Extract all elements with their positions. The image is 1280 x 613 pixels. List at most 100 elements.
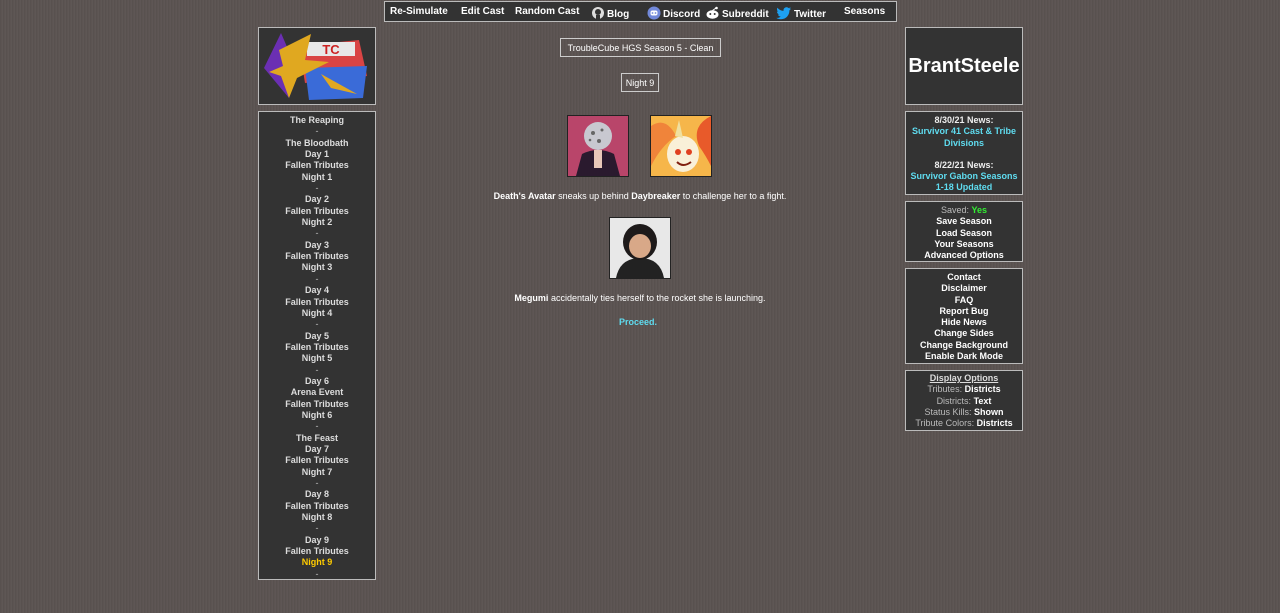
proceed-link[interactable]: Proceed. <box>619 317 657 327</box>
menu-separator: - <box>315 228 319 239</box>
event-text: sneaks up behind <box>555 191 632 201</box>
load-season-link[interactable]: Load Season <box>906 228 1022 239</box>
menu-item[interactable]: Night 2 <box>259 217 375 228</box>
display-option-row[interactable]: Tribute Colors: Districts <box>906 418 1022 429</box>
twitter-icon <box>776 7 791 20</box>
menu-item[interactable]: Fallen Tributes <box>259 501 375 512</box>
blog-label: Blog <box>607 9 630 20</box>
troublecube-logo[interactable]: TC <box>259 28 375 104</box>
menu-item[interactable]: Night 8 <box>259 512 375 523</box>
news-link[interactable]: Survivor Gabon Seasons 1-18 Updated <box>906 171 1022 194</box>
twitter-label: Twitter <box>794 9 827 20</box>
menu-item[interactable]: Night 9 <box>259 557 375 568</box>
menu-item[interactable]: Fallen Tributes <box>259 546 375 557</box>
menu-separator: - <box>315 364 319 375</box>
menu-item[interactable]: Fallen Tributes <box>259 297 375 308</box>
option-value: Shown <box>974 406 1004 417</box>
menu-item[interactable]: Day 6 <box>259 376 375 387</box>
change-sides-link[interactable]: Change Sides <box>906 328 1022 339</box>
logo-text: TC <box>322 42 340 57</box>
discord-icon <box>647 6 661 20</box>
menu-separator: - <box>315 568 319 579</box>
saved-status: Saved: Yes <box>906 205 1022 216</box>
subreddit-link[interactable]: Subreddit <box>705 6 769 20</box>
menu-item[interactable]: Fallen Tributes <box>259 342 375 353</box>
faq-link[interactable]: FAQ <box>906 295 1022 306</box>
menu-item[interactable]: Night 1 <box>259 172 375 183</box>
menu-item[interactable]: Fallen Tributes <box>259 206 375 217</box>
resimulate-link[interactable]: Re-Simulate <box>390 6 448 17</box>
option-value: Districts <box>976 418 1013 429</box>
disclaimer-link[interactable]: Disclaimer <box>906 283 1022 294</box>
season-title: TroubleCube HGS Season 5 - Clean <box>560 38 721 57</box>
random-cast-link[interactable]: Random Cast <box>515 6 579 17</box>
menu-item[interactable]: Fallen Tributes <box>259 251 375 262</box>
menu-item[interactable]: The Bloodbath <box>259 138 375 149</box>
option-label: Tributes: <box>927 384 963 395</box>
saved-label: Saved: <box>940 205 969 215</box>
display-option-row[interactable]: Status Kills: Shown <box>906 407 1022 418</box>
menu-item[interactable]: Arena Event <box>259 387 375 398</box>
dark-mode-link[interactable]: Enable Dark Mode <box>906 351 1022 362</box>
event-text: accidentally ties herself to the rocket … <box>548 293 766 303</box>
news-panel: 8/30/21 News: Survivor 41 Cast & Tribe D… <box>905 111 1023 195</box>
subreddit-label: Subreddit <box>722 9 769 20</box>
discord-label: Discord <box>663 9 701 20</box>
menu-item[interactable]: The Reaping <box>259 115 375 126</box>
menu-item[interactable]: Night 4 <box>259 308 375 319</box>
blog-link[interactable]: Blog <box>591 6 629 20</box>
menu-item[interactable]: Day 1 <box>259 149 375 160</box>
blog-icon <box>592 7 604 19</box>
menu-item[interactable]: Night 3 <box>259 262 375 273</box>
brand-panel: BrantSteele <box>905 27 1023 105</box>
menu-item[interactable]: Day 3 <box>259 240 375 251</box>
menu-item[interactable]: Day 9 <box>259 535 375 546</box>
menu-separator: - <box>315 126 319 137</box>
menu-separator: - <box>315 319 319 330</box>
menu-item[interactable]: Night 5 <box>259 353 375 364</box>
menu-item[interactable]: Day 4 <box>259 285 375 296</box>
report-bug-link[interactable]: Report Bug <box>906 306 1022 317</box>
menu-item[interactable]: Day 7 <box>259 444 375 455</box>
edit-cast-link[interactable]: Edit Cast <box>461 6 504 17</box>
menu-item[interactable]: Fallen Tributes <box>259 160 375 171</box>
event-actor: Death's Avatar <box>493 191 556 201</box>
menu-separator: - <box>315 478 319 488</box>
option-value: Text <box>973 395 992 406</box>
option-label: Tribute Colors: <box>915 418 975 429</box>
save-season-link[interactable]: Save Season <box>906 216 1022 227</box>
news-link[interactable]: Survivor 41 Cast & Tribe Divisions <box>906 126 1022 149</box>
option-label: Districts: <box>936 395 972 406</box>
seasons-link[interactable]: Seasons <box>844 6 885 17</box>
event-text-1: Death's Avatar sneaks up behind Daybreak… <box>440 191 840 201</box>
menu-item[interactable]: Fallen Tributes <box>259 455 375 466</box>
menu-separator: - <box>315 273 319 284</box>
menu-item[interactable]: Day 5 <box>259 331 375 342</box>
site-brand[interactable]: BrantSteele <box>908 55 1019 78</box>
hide-news-link[interactable]: Hide News <box>906 317 1022 328</box>
contact-link[interactable]: Contact <box>906 272 1022 283</box>
menu-item[interactable]: Night 6 <box>259 410 375 421</box>
event-text: to challenge her to a fight. <box>680 191 787 201</box>
change-background-link[interactable]: Change Background <box>906 340 1022 351</box>
site-links-panel: Contact Disclaimer FAQ Report Bug Hide N… <box>905 268 1023 364</box>
display-option-row[interactable]: Districts: Text <box>906 396 1022 407</box>
advanced-options-link[interactable]: Advanced Options <box>906 250 1022 261</box>
news-date: 8/22/21 News: <box>934 159 994 170</box>
menu-item[interactable]: Day 8 <box>259 489 375 500</box>
menu-item[interactable]: Night 7 <box>259 467 375 478</box>
event-actor: Megumi <box>514 293 549 303</box>
display-options-heading[interactable]: Display Options <box>906 373 1022 384</box>
event-text-2: Megumi accidentally ties herself to the … <box>440 293 840 303</box>
saved-value: Yes <box>971 205 988 215</box>
discord-link[interactable]: Discord <box>647 6 700 20</box>
menu-item[interactable]: Day 2 <box>259 194 375 205</box>
display-option-row[interactable]: Tributes: Districts <box>906 384 1022 395</box>
news-date: 8/30/21 News: <box>934 115 994 125</box>
menu-item[interactable]: Fallen Tributes <box>259 399 375 410</box>
twitter-link[interactable]: Twitter <box>776 6 826 20</box>
save-panel: Saved: Yes Save Season Load Season Your … <box>905 201 1023 262</box>
your-seasons-link[interactable]: Your Seasons <box>906 239 1022 250</box>
menu-item[interactable]: The Feast <box>259 433 375 444</box>
event-target: Daybreaker <box>631 191 681 201</box>
